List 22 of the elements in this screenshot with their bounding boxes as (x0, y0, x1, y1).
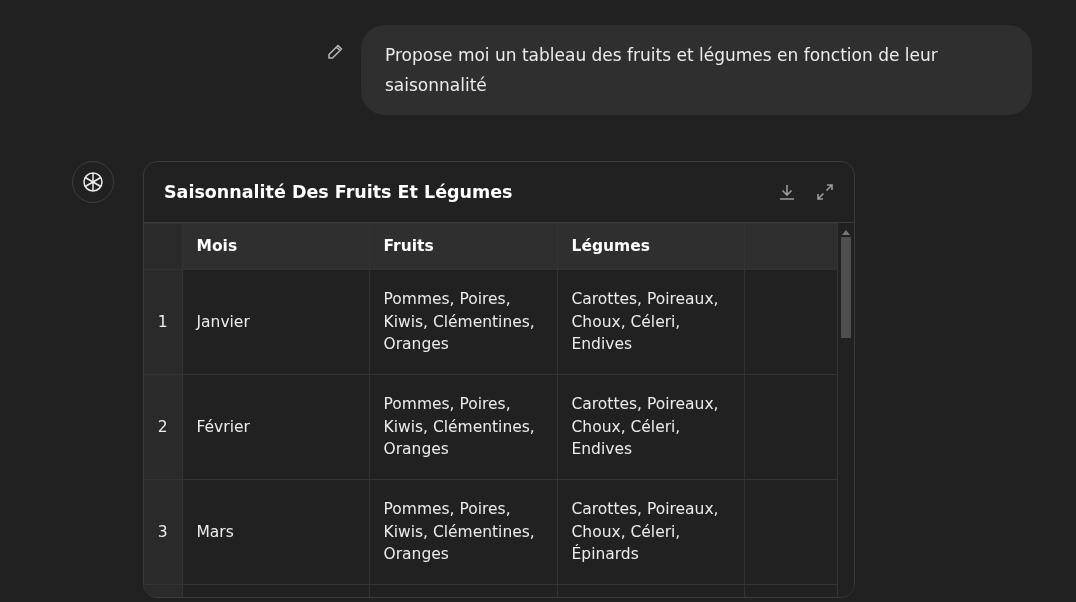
table-cell: Février (182, 374, 369, 480)
column-header: Mois (182, 223, 369, 270)
table-cell: Carottes, Poireaux, Choux, Céleri, Endives (557, 269, 744, 375)
table-title: Saisonnalité Des Fruits Et Légumes (164, 180, 513, 204)
scroll-up-icon[interactable] (842, 229, 850, 235)
row-number: 1 (144, 269, 182, 375)
row-number: 2 (144, 374, 182, 480)
table-cell: Carottes, Poireaux, Choux, Céleri, Épinards (557, 479, 744, 585)
table-cell: Janvier (182, 269, 369, 375)
table-cell: Pommes, Poires, Kiwis, Clémentines, Oranges (369, 479, 557, 585)
row-number: 3 (144, 479, 182, 585)
table-cell: Pommes, Poires, Kiwis, Clémentines, Oranges (369, 269, 557, 375)
edit-icon[interactable] (326, 43, 344, 61)
user-message: Propose moi un tableau des fruits et légumes en fonction de leur saisonnalité (361, 25, 1032, 115)
download-icon[interactable] (778, 183, 796, 201)
column-header: Légumes (557, 223, 744, 270)
table-cell: Carottes, Poireaux, Choux, Céleri, Endives (557, 374, 744, 480)
column-header: Fruits (369, 223, 557, 270)
table-cell: Pommes, Poires, Kiwis, Clémentines, Oranges (369, 374, 557, 480)
scrollbar-thumb[interactable] (841, 237, 851, 338)
expand-icon[interactable] (816, 183, 834, 201)
table-cell: Mars (182, 479, 369, 585)
